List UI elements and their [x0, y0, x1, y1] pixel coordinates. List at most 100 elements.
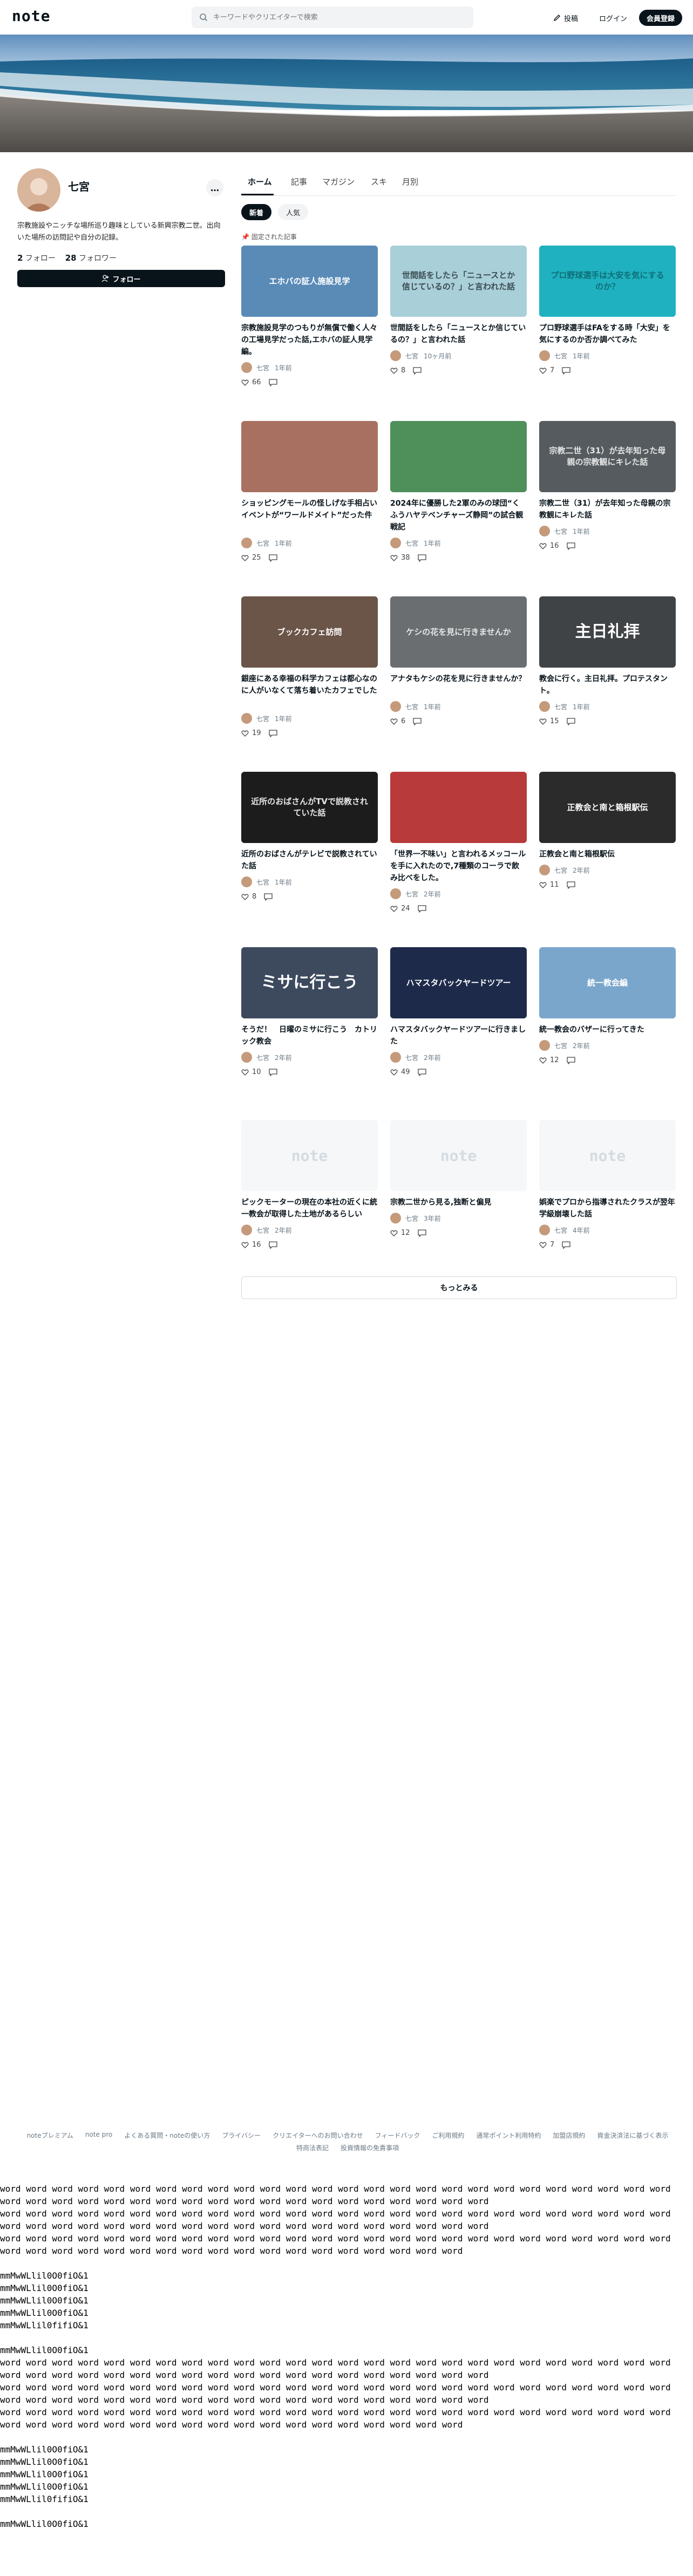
- tab-monthly[interactable]: 月別: [402, 176, 418, 187]
- article-thumbnail[interactable]: [390, 421, 527, 492]
- heart-icon[interactable]: [241, 730, 249, 737]
- author-avatar[interactable]: [241, 876, 252, 887]
- author-name[interactable]: 七宮: [256, 878, 269, 887]
- heart-icon[interactable]: [539, 367, 547, 375]
- tab-articles[interactable]: 記事: [291, 176, 307, 187]
- author-name[interactable]: 七宮: [256, 1053, 269, 1062]
- author-avatar[interactable]: [241, 1052, 252, 1063]
- author-name[interactable]: 七宮: [405, 1214, 418, 1223]
- article-title[interactable]: 宗教二世（31）が去年知った母親の宗教観にキレた話: [539, 498, 676, 521]
- heart-icon[interactable]: [390, 718, 398, 725]
- author-avatar[interactable]: [390, 1213, 401, 1224]
- more-options-button[interactable]: …: [206, 179, 223, 196]
- article-thumbnail[interactable]: プロ野球選手は大安を気にするのか？: [539, 246, 676, 317]
- heart-icon[interactable]: [539, 1057, 547, 1064]
- heart-icon[interactable]: [539, 718, 547, 725]
- footer-link[interactable]: よくある質問・noteの使い方: [124, 2131, 210, 2140]
- footer-link[interactable]: ご利用規約: [432, 2131, 464, 2140]
- comment-icon[interactable]: [268, 378, 277, 386]
- author-name[interactable]: 七宮: [405, 1053, 418, 1062]
- footer-link[interactable]: プライバシー: [222, 2131, 261, 2140]
- article-thumbnail[interactable]: ハマスタバックヤードツアー: [390, 947, 527, 1018]
- comment-icon[interactable]: [268, 1068, 277, 1076]
- author-avatar[interactable]: [539, 350, 550, 361]
- author-avatar[interactable]: [539, 1040, 550, 1051]
- sort-popular-chip[interactable]: 人気: [278, 204, 308, 220]
- comment-icon[interactable]: [413, 717, 422, 725]
- following-label[interactable]: フォロー: [25, 254, 56, 263]
- avatar[interactable]: [17, 168, 60, 212]
- comment-icon[interactable]: [417, 1229, 426, 1237]
- comment-icon[interactable]: [566, 1056, 575, 1064]
- article-thumbnail[interactable]: エホバの証人施設見学: [241, 246, 378, 317]
- article-thumbnail[interactable]: 宗教二世（31）が去年知った母親の宗教観にキレた話: [539, 421, 676, 492]
- author-avatar[interactable]: [539, 701, 550, 712]
- article-title[interactable]: 近所のおばさんがテレビで説教されていた話: [241, 848, 378, 872]
- footer-link[interactable]: noteプレミアム: [27, 2131, 73, 2140]
- follower-count[interactable]: 28: [65, 253, 77, 263]
- article-title[interactable]: ピックモーターの現在の本社の近くに統一教会が取得した土地があるらしい: [241, 1197, 378, 1220]
- author-name[interactable]: 七宮: [405, 702, 418, 711]
- signup-button[interactable]: 会員登録: [639, 10, 682, 26]
- footer-link[interactable]: 特商法表記: [296, 2143, 329, 2152]
- article-thumbnail[interactable]: 正教会と南と箱根駅伝: [539, 772, 676, 843]
- footer-link[interactable]: note pro: [85, 2131, 112, 2140]
- article-title[interactable]: 2024年に優勝した2軍のみの球団“くふうハヤテベンチャーズ静岡”の試合観戦記: [390, 498, 527, 533]
- comment-icon[interactable]: [562, 366, 570, 375]
- creator-name[interactable]: 七宮: [68, 178, 90, 194]
- search-input[interactable]: [212, 12, 463, 22]
- follow-button[interactable]: フォロー: [17, 270, 225, 287]
- note-logo[interactable]: note: [12, 7, 50, 25]
- author-avatar[interactable]: [390, 538, 401, 548]
- author-avatar[interactable]: [241, 713, 252, 724]
- comment-icon[interactable]: [562, 1241, 570, 1249]
- article-thumbnail[interactable]: note: [390, 1120, 527, 1191]
- author-name[interactable]: 七宮: [256, 363, 269, 372]
- comment-icon[interactable]: [264, 893, 273, 901]
- heart-icon[interactable]: [390, 367, 398, 375]
- author-avatar[interactable]: [241, 362, 252, 373]
- article-title[interactable]: プロ野球選手はFAをする時「大安」を気にするのか否か調べてみた: [539, 322, 676, 346]
- article-title[interactable]: 正教会と南と箱根駅伝: [539, 848, 676, 860]
- heart-icon[interactable]: [539, 542, 547, 550]
- heart-icon[interactable]: [390, 554, 398, 562]
- comment-icon[interactable]: [417, 905, 426, 913]
- author-avatar[interactable]: [539, 526, 550, 536]
- article-thumbnail[interactable]: 統一教会編: [539, 947, 676, 1018]
- heart-icon[interactable]: [390, 1069, 398, 1076]
- author-avatar[interactable]: [390, 701, 401, 712]
- footer-link[interactable]: 加盟店規約: [553, 2131, 585, 2140]
- article-title[interactable]: アナタもケシの花を見に行きませんか？: [390, 673, 527, 685]
- article-title[interactable]: 統一教会のバザーに行ってきた: [539, 1024, 676, 1036]
- article-title[interactable]: 「世界一不味い」と言われるメッコールを手に入れたので,7種類のコーラで飲み比べを…: [390, 848, 527, 884]
- author-name[interactable]: 七宮: [554, 527, 567, 536]
- heart-icon[interactable]: [539, 881, 547, 889]
- article-thumbnail[interactable]: ケシの花を見に行きませんか: [390, 596, 527, 668]
- article-title[interactable]: 宗教施設見学のつもりが無償で働く人々の工場見学だった話,エホバの証人見学編。: [241, 322, 378, 358]
- post-button[interactable]: 投稿: [553, 10, 578, 26]
- article-thumbnail[interactable]: [390, 772, 527, 843]
- heart-icon[interactable]: [241, 893, 249, 901]
- article-thumbnail[interactable]: note: [241, 1120, 378, 1191]
- search-bar[interactable]: [192, 6, 473, 28]
- author-name[interactable]: 七宮: [554, 866, 567, 875]
- tab-home[interactable]: ホーム: [248, 176, 272, 187]
- article-title[interactable]: 宗教二世から見る,独断と偏見: [390, 1197, 527, 1208]
- comment-icon[interactable]: [566, 542, 575, 550]
- author-name[interactable]: 七宮: [405, 889, 418, 899]
- more-articles-button[interactable]: もっとみる: [241, 1276, 677, 1299]
- article-thumbnail[interactable]: 主日礼拝: [539, 596, 676, 668]
- footer-link[interactable]: クリエイターへのお問い合わせ: [273, 2131, 363, 2140]
- article-thumbnail[interactable]: 世間話をしたら「ニュースとか信じているの？」と言われた話: [390, 246, 527, 317]
- footer-link[interactable]: フィードバック: [375, 2131, 420, 2140]
- author-name[interactable]: 七宮: [554, 1041, 567, 1050]
- heart-icon[interactable]: [241, 554, 249, 562]
- heart-icon[interactable]: [241, 1069, 249, 1076]
- article-thumbnail[interactable]: ミサに行こう: [241, 947, 378, 1018]
- article-thumbnail[interactable]: ブックカフェ訪問: [241, 596, 378, 668]
- author-avatar[interactable]: [241, 1225, 252, 1235]
- article-thumbnail[interactable]: note: [539, 1120, 676, 1191]
- article-thumbnail[interactable]: 近所のおばさんがTVで説教されていた話: [241, 772, 378, 843]
- author-name[interactable]: 七宮: [256, 539, 269, 548]
- article-thumbnail[interactable]: [241, 421, 378, 492]
